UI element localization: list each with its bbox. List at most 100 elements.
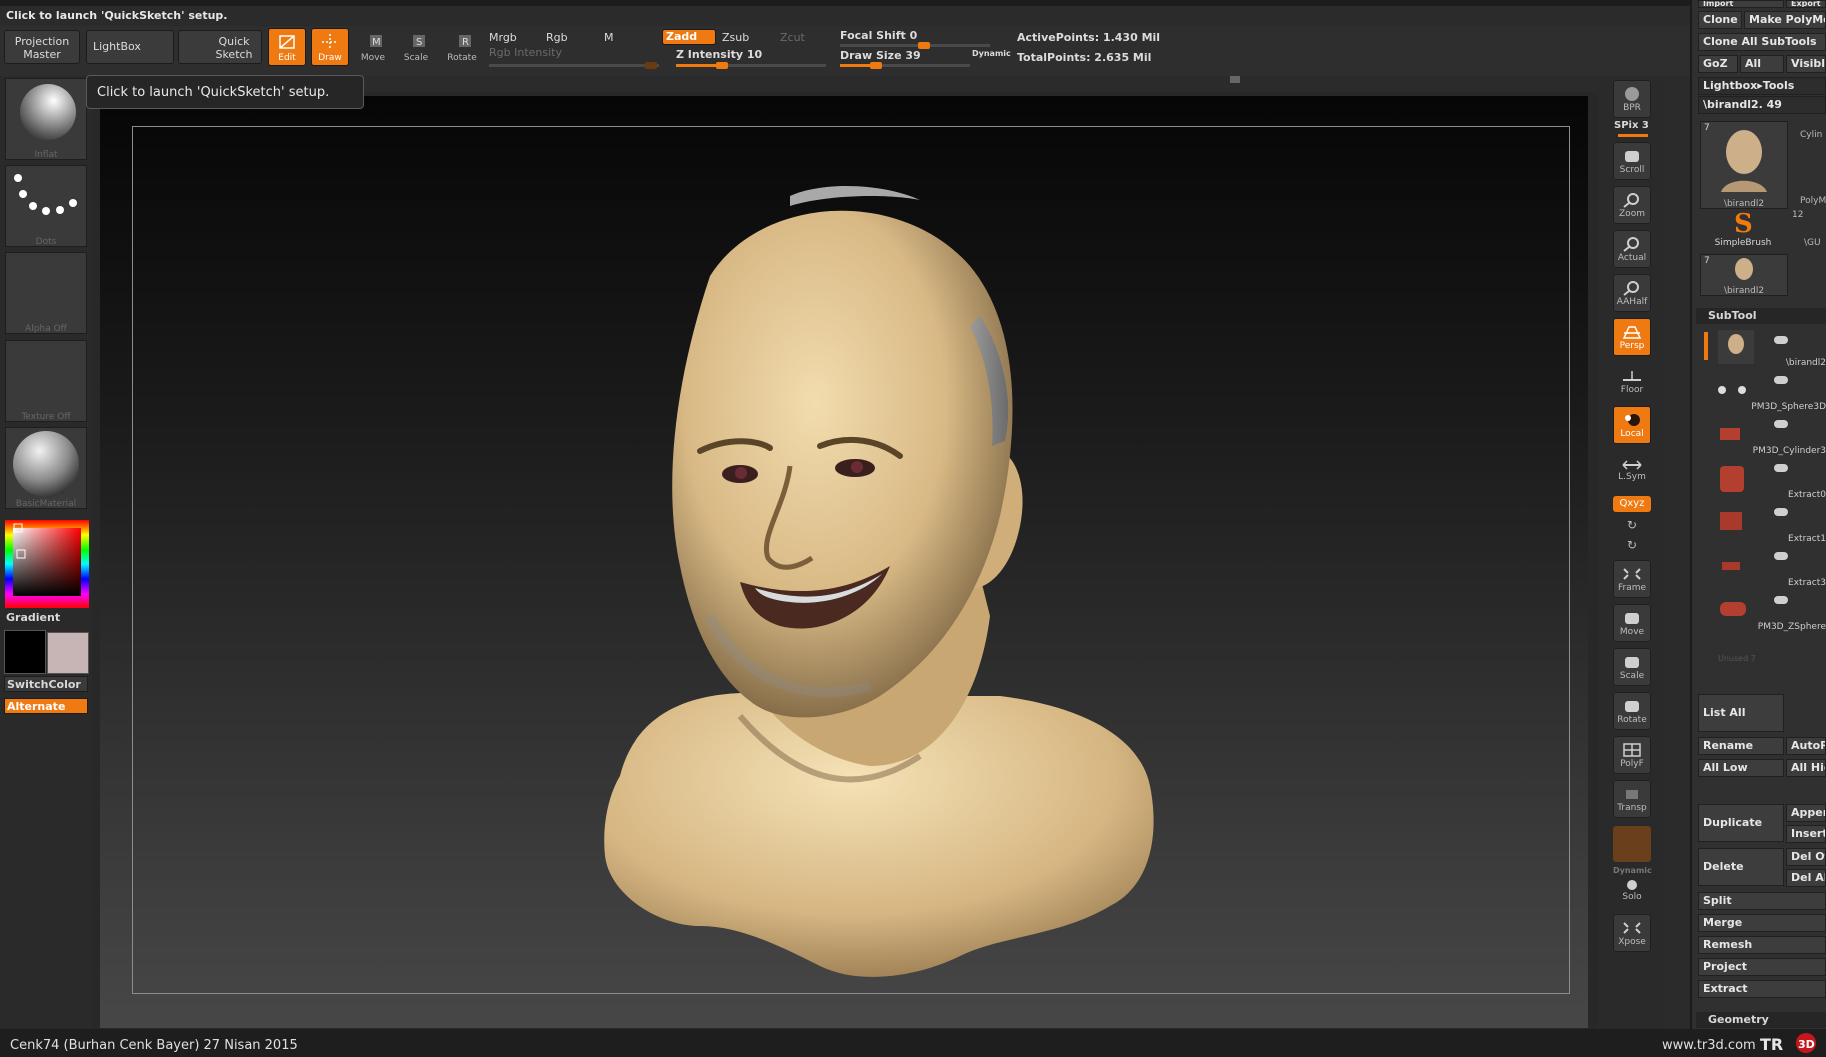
- main-color-swatch[interactable]: [4, 630, 46, 674]
- scroll-button[interactable]: Scroll: [1613, 142, 1651, 180]
- edit-button[interactable]: Edit: [268, 28, 306, 66]
- subtool-visibility-eye[interactable]: [1774, 552, 1788, 560]
- subtool-row-4[interactable]: Extract0: [1716, 462, 1826, 502]
- alternate-toggle[interactable]: Alternate: [4, 698, 88, 714]
- secondary-color-swatch[interactable]: [47, 632, 89, 674]
- actual-button[interactable]: Actual: [1613, 230, 1651, 268]
- rotate-view-button[interactable]: Rotate: [1613, 692, 1651, 730]
- subtool-header[interactable]: SubTool: [1696, 308, 1826, 324]
- alpha-thumbnail[interactable]: Alpha Off: [5, 252, 87, 334]
- spix-track[interactable]: [1618, 134, 1648, 137]
- transp-button[interactable]: Transp: [1613, 780, 1651, 818]
- geometry-header[interactable]: Geometry: [1696, 1012, 1826, 1028]
- goz-button[interactable]: GoZ: [1698, 55, 1738, 73]
- m-button[interactable]: M: [604, 31, 614, 44]
- subtool-visibility-eye[interactable]: [1774, 336, 1788, 344]
- clone-button[interactable]: Clone: [1698, 11, 1742, 29]
- draw-size-slider[interactable]: Draw Size 39: [840, 49, 921, 62]
- scale-view-button[interactable]: Scale: [1613, 648, 1651, 686]
- xyz-toggle[interactable]: Qxyz: [1613, 496, 1651, 512]
- all-low-button[interactable]: All Low: [1698, 759, 1784, 777]
- brush-thumbnail[interactable]: Inflat: [5, 78, 87, 160]
- split-button[interactable]: Split: [1698, 892, 1826, 910]
- floor-button[interactable]: Floor: [1613, 362, 1651, 400]
- stroke-thumbnail[interactable]: Dots: [5, 165, 87, 247]
- dynamic-toggle[interactable]: Dynamic: [972, 49, 1011, 58]
- persp-button[interactable]: Persp: [1613, 318, 1651, 356]
- lsym-button[interactable]: L.Sym: [1613, 455, 1651, 489]
- zoom-button[interactable]: Zoom: [1613, 186, 1651, 224]
- export-button[interactable]: Export: [1786, 0, 1826, 8]
- remesh-button[interactable]: Remesh: [1698, 936, 1826, 954]
- make-polymesh-button[interactable]: Make PolyMesh3D: [1744, 11, 1826, 29]
- zsub-button[interactable]: Zsub: [722, 31, 749, 44]
- goz-visible-button[interactable]: Visible: [1786, 55, 1826, 73]
- gradient-label[interactable]: Gradient: [6, 611, 60, 624]
- focal-shift-track[interactable]: [840, 42, 990, 49]
- del-all-button[interactable]: Del All: [1786, 869, 1826, 887]
- spix-slider[interactable]: SPix 3: [1614, 120, 1649, 131]
- zcut-button[interactable]: Zcut: [780, 31, 805, 44]
- lightbox-tools-button[interactable]: Lightbox▸Tools: [1698, 77, 1826, 95]
- clone-all-subtools-button[interactable]: Clone All SubTools: [1698, 33, 1826, 51]
- subtool-visibility-eye[interactable]: [1774, 464, 1788, 472]
- draw-button[interactable]: Draw: [311, 28, 349, 66]
- move-view-button[interactable]: Move: [1613, 604, 1651, 642]
- mrgb-button[interactable]: Mrgb: [489, 31, 517, 44]
- scale-button[interactable]: S Scale: [396, 29, 436, 69]
- material-thumbnail[interactable]: BasicMaterial: [5, 427, 87, 509]
- color-picker[interactable]: [5, 520, 89, 608]
- rotate-z-icon[interactable]: ↻: [1624, 538, 1640, 554]
- subtool-row-7[interactable]: PM3D_ZSphere: [1716, 594, 1826, 634]
- site-url[interactable]: www.tr3d.com: [1662, 1038, 1756, 1053]
- ghost-button[interactable]: [1613, 826, 1651, 862]
- z-intensity-track[interactable]: [676, 62, 826, 69]
- rotate-y-icon[interactable]: ↻: [1624, 518, 1640, 534]
- subtool-visibility-eye[interactable]: [1774, 376, 1788, 384]
- list-all-button[interactable]: List All: [1698, 694, 1784, 732]
- move-button[interactable]: M Move: [353, 29, 393, 69]
- bpr-button[interactable]: BPR: [1613, 80, 1651, 118]
- local-button[interactable]: Local: [1613, 406, 1651, 444]
- focal-shift-slider[interactable]: Focal Shift 0: [840, 29, 917, 42]
- quick-sketch-button[interactable]: Quick Sketch: [178, 30, 262, 64]
- import-button[interactable]: Import: [1698, 0, 1784, 8]
- solo-button[interactable]: Solo: [1613, 876, 1651, 908]
- del-other-button[interactable]: Del Other: [1786, 848, 1826, 866]
- rgb-button[interactable]: Rgb: [546, 31, 568, 44]
- tool-thumbnail-head-2[interactable]: 7 \birandl2: [1700, 254, 1788, 296]
- subtool-row-5[interactable]: Extract1: [1716, 506, 1826, 546]
- draw-size-track[interactable]: [840, 62, 970, 69]
- rename-button[interactable]: Rename: [1698, 737, 1784, 755]
- subtool-row-3[interactable]: PM3D_Cylinder3: [1716, 418, 1826, 458]
- rgb-intensity-slider[interactable]: Rgb Intensity: [489, 46, 562, 59]
- subtool-row-1[interactable]: \birandl2: [1716, 330, 1826, 370]
- z-intensity-slider[interactable]: Z Intensity 10: [676, 48, 762, 61]
- aahalf-button[interactable]: AAHalf: [1613, 274, 1651, 312]
- tool-thumbnail-head[interactable]: 7 \birandl2: [1700, 121, 1788, 209]
- insert-button[interactable]: Insert: [1786, 825, 1826, 843]
- zadd-button[interactable]: Zadd: [662, 29, 716, 45]
- frame-button[interactable]: Frame: [1613, 560, 1651, 598]
- project-button[interactable]: Project: [1698, 958, 1826, 976]
- rgb-intensity-track[interactable]: [489, 62, 659, 69]
- goz-all-button[interactable]: All: [1740, 55, 1784, 73]
- lightbox-button[interactable]: LightBox: [86, 30, 174, 64]
- autoreorder-button[interactable]: AutoR: [1786, 737, 1826, 755]
- subtool-visibility-eye[interactable]: [1774, 596, 1788, 604]
- switchcolor-button[interactable]: SwitchColor: [4, 676, 88, 692]
- xpose-button[interactable]: Xpose: [1613, 914, 1651, 952]
- append-button[interactable]: Append: [1786, 804, 1826, 822]
- subtool-row-6[interactable]: Extract3: [1716, 550, 1826, 590]
- extract-button[interactable]: Extract: [1698, 980, 1826, 998]
- texture-thumbnail[interactable]: Texture Off: [5, 340, 87, 422]
- simplebrush-thumbnail[interactable]: S SimpleBrush: [1700, 208, 1786, 252]
- subtool-row-2[interactable]: PM3D_Sphere3D: [1716, 374, 1826, 414]
- rotate-button[interactable]: R Rotate: [442, 29, 482, 69]
- tray-handle[interactable]: [1230, 76, 1240, 83]
- subtool-visibility-eye[interactable]: [1774, 508, 1788, 516]
- projection-master-button[interactable]: Projection Master: [4, 30, 80, 64]
- delete-button[interactable]: Delete: [1698, 848, 1784, 886]
- duplicate-button[interactable]: Duplicate: [1698, 804, 1784, 842]
- menu-bar[interactable]: [0, 0, 1690, 6]
